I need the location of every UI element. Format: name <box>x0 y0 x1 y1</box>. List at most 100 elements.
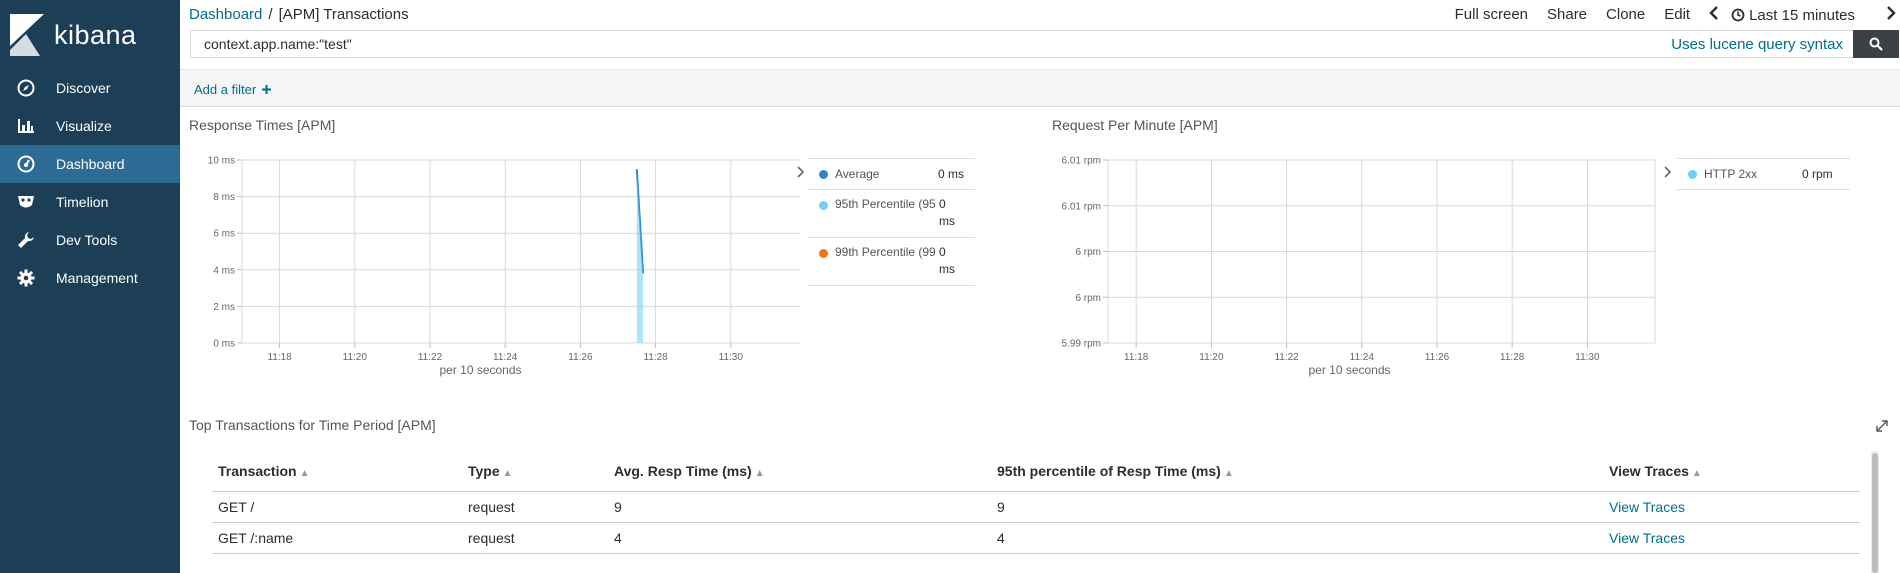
average-color-dot <box>819 170 828 179</box>
lucene-syntax-link[interactable]: Uses lucene query syntax <box>1671 36 1843 53</box>
share-button[interactable]: Share <box>1547 6 1587 24</box>
search-button[interactable] <box>1853 30 1899 58</box>
add-filter-label: Add a filter <box>194 82 257 97</box>
compass-icon <box>16 78 36 98</box>
fullscreen-button[interactable]: Full screen <box>1455 6 1528 24</box>
chevron-left-icon <box>1709 6 1718 20</box>
x-tick-label: 11:26 <box>568 352 593 363</box>
legend-value-unit: ms <box>939 214 955 228</box>
expand-panel-icon[interactable] <box>1876 420 1888 432</box>
cell-p95: 9 <box>991 491 1603 523</box>
cell-p95: 4 <box>991 522 1603 554</box>
plus-icon <box>261 85 271 94</box>
sidebar-item-label: Discover <box>56 80 111 96</box>
column-header-p95-resp-time[interactable]: 95th percentile of Resp Time (ms) ▲︎ <box>991 451 1603 492</box>
cell-transaction: GET / <box>212 491 462 523</box>
column-header-type[interactable]: Type ▲︎ <box>462 451 608 492</box>
x-tick-label: 11:18 <box>1124 352 1149 363</box>
x-tick-label: 11:20 <box>343 352 368 363</box>
legend-item-p95[interactable]: 95th Percentile (95 0 ms <box>808 190 975 238</box>
p95-color-dot <box>819 201 828 210</box>
timelion-mask-icon <box>16 192 36 212</box>
time-forward-button[interactable] <box>1886 6 1896 24</box>
sidebar-item-label: Visualize <box>56 118 112 134</box>
column-header-label: View Traces <box>1609 462 1689 479</box>
cell-type: request <box>462 522 608 554</box>
sidebar-item-visualize[interactable]: Visualize <box>0 107 180 145</box>
legend-item-average[interactable]: Average 0 ms <box>808 159 975 190</box>
sidebar-item-management[interactable]: Management <box>0 259 180 297</box>
top-nav-menu: Full screen Share Clone Edit Last 15 min… <box>1455 6 1900 24</box>
x-tick-label: 11:20 <box>1199 352 1224 363</box>
y-tick-label: 8 ms <box>213 192 235 203</box>
legend-item-http-2xx[interactable]: HTTP 2xx 0 rpm <box>1677 159 1850 190</box>
y-tick-label: 0 ms <box>213 339 235 350</box>
legend-value-unit: ms <box>939 262 955 276</box>
column-header-transaction[interactable]: Transaction ▲︎ <box>212 451 462 492</box>
sort-icon: ▲︎ <box>754 467 765 479</box>
view-traces-link[interactable]: View Traces <box>1609 499 1685 515</box>
clone-button[interactable]: Clone <box>1606 6 1645 24</box>
plot-area <box>241 159 800 344</box>
sidebar-item-timelion[interactable]: Timelion <box>0 183 180 221</box>
search-input[interactable]: context.app.name:"test" <box>191 36 1671 52</box>
top-bar: Dashboard / [APM] Transactions Full screen… <box>180 0 1900 28</box>
edit-button[interactable]: Edit <box>1664 6 1690 24</box>
add-filter-button[interactable]: Add a filter <box>194 82 271 97</box>
legend-value-number: 0 <box>939 245 946 259</box>
cell-avg: 4 <box>608 522 991 554</box>
sidebar-item-discover[interactable]: Discover <box>0 69 180 107</box>
dashboard-gauge-icon <box>16 154 36 174</box>
column-header-view-traces[interactable]: View Traces ▲︎ <box>1603 451 1860 492</box>
column-header-label: Type <box>468 462 500 479</box>
x-tick-label: 11:24 <box>493 352 518 363</box>
breadcrumb-current: [APM] Transactions <box>278 6 409 23</box>
sort-icon: ▲︎ <box>502 467 513 479</box>
y-tick-label: 10 ms <box>208 156 235 167</box>
x-tick-label: 11:24 <box>1350 352 1375 363</box>
y-tick-label: 2 ms <box>213 302 235 313</box>
time-picker[interactable]: Last 15 minutes <box>1731 6 1874 24</box>
gear-icon <box>16 268 36 288</box>
sidebar: kibana Discover Visualize Dashboard Time… <box>0 0 180 573</box>
legend-item-p99[interactable]: 99th Percentile (99 0 ms <box>808 238 975 286</box>
x-axis-label: per 10 seconds <box>439 363 521 377</box>
sidebar-item-label: Dashboard <box>56 156 125 172</box>
y-tick-label: 4 ms <box>213 265 235 276</box>
x-tick-label: 11:22 <box>1274 352 1299 363</box>
table-scrollbar-thumb[interactable] <box>1872 453 1878 573</box>
time-range-label: Last 15 minutes <box>1749 6 1855 24</box>
sort-icon: ▲︎ <box>1691 467 1702 479</box>
view-traces-link[interactable]: View Traces <box>1609 530 1685 546</box>
kibana-logo-icon <box>10 14 44 56</box>
breadcrumb-dashboard-link[interactable]: Dashboard <box>189 6 262 23</box>
time-back-button[interactable] <box>1709 6 1719 24</box>
x-axis-label: per 10 seconds <box>1308 363 1390 377</box>
column-header-avg-resp-time[interactable]: Avg. Resp Time (ms) ▲︎ <box>608 451 991 492</box>
cell-avg: 9 <box>608 491 991 523</box>
y-tick-label: 5.99 rpm <box>1062 339 1101 350</box>
sidebar-item-dev-tools[interactable]: Dev Tools <box>0 221 180 259</box>
x-tick-label: 11:22 <box>418 352 443 363</box>
sidebar-item-dashboard[interactable]: Dashboard <box>0 145 180 183</box>
filter-bar: Add a filter <box>180 69 1900 107</box>
legend-toggle-chevron-icon[interactable] <box>796 166 806 178</box>
breadcrumb-separator: / <box>268 6 273 23</box>
sidebar-item-label: Dev Tools <box>56 232 118 248</box>
legend-label: Average <box>835 167 880 181</box>
kibana-wordmark: kibana <box>54 20 137 50</box>
response-times-chart[interactable]: 0 ms 2 ms 4 ms 6 ms 8 ms 10 ms 11:18 11:20 11:22… <box>180 148 800 383</box>
kibana-logo[interactable]: kibana <box>0 0 180 64</box>
legend-toggle-chevron-icon[interactable] <box>1663 166 1673 178</box>
y-tick-label: 6 rpm <box>1075 247 1101 258</box>
legend-label: 95th Percentile (95 <box>835 197 936 211</box>
x-tick-label: 11:28 <box>1500 352 1525 363</box>
table-row: GET / request 9 9 View Traces <box>212 491 1860 523</box>
x-tick-label: 11:28 <box>643 352 668 363</box>
http-2xx-color-dot <box>1688 170 1697 179</box>
p99-color-dot <box>819 249 828 258</box>
cell-transaction: GET /:name <box>212 522 462 554</box>
requests-per-minute-chart[interactable]: 5.99 rpm 6 rpm 6 rpm 6.01 rpm 6.01 rpm 11:18 1… <box>1040 148 1660 383</box>
legend-value: 0 rpm <box>1802 167 1833 181</box>
bar-chart-icon <box>16 116 36 136</box>
